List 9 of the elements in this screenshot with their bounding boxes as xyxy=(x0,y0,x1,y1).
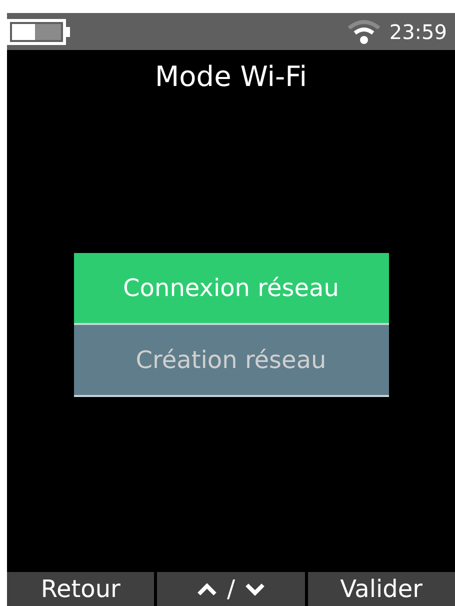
battery-icon xyxy=(7,18,71,44)
screen-title: Mode Wi-Fi xyxy=(155,59,307,95)
up-down-button[interactable]: / xyxy=(157,572,305,606)
softkey-button[interactable]: Valider xyxy=(308,572,455,606)
chevron-up-icon xyxy=(196,582,217,596)
softkey-button[interactable]: Retour xyxy=(7,572,154,606)
chevron-down-icon xyxy=(245,582,266,596)
clock: 23:59 xyxy=(389,18,447,46)
wifi-icon xyxy=(347,18,382,44)
